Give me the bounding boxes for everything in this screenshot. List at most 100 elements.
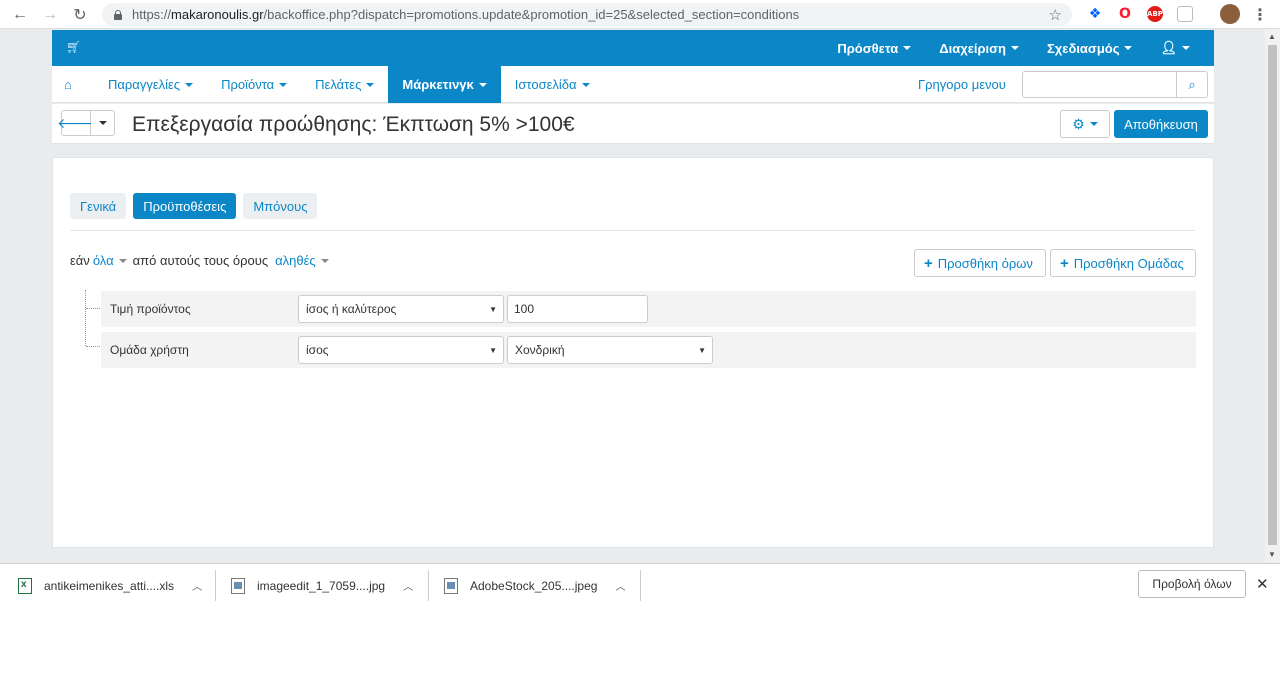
condition-label: Ομάδα χρήστη bbox=[110, 343, 189, 357]
top-nav-label: Σχεδιασμός bbox=[1046, 40, 1120, 56]
caret-down-icon bbox=[98, 121, 107, 125]
home-icon[interactable]: ⌂ bbox=[64, 77, 72, 92]
user-icon: 👤︎ bbox=[1160, 40, 1177, 55]
back-dropdown-button[interactable] bbox=[91, 110, 115, 136]
tree-connector bbox=[85, 290, 86, 346]
add-condition-label: Προσθήκη όρων bbox=[937, 255, 1033, 271]
settings-dropdown-button[interactable]: ⚙ bbox=[1060, 110, 1110, 138]
chevron-up-icon[interactable]: ︿ bbox=[192, 578, 202, 593]
browser-toolbar: ← → ↻ https://makaronoulis.gr/backoffice… bbox=[0, 0, 1280, 29]
tab-general[interactable]: Γενικά bbox=[70, 193, 127, 219]
select-arrow-icon: ▼ bbox=[698, 346, 706, 355]
user-menu[interactable]: 👤︎ bbox=[1146, 40, 1214, 56]
scroll-down-icon[interactable]: ▼ bbox=[1268, 550, 1276, 559]
nav-marketing[interactable]: Μάρκετινγκ bbox=[388, 66, 501, 103]
condition-value-input[interactable]: 100 bbox=[507, 295, 648, 323]
back-button-group: 🡐 bbox=[57, 110, 115, 136]
caret-down-icon bbox=[279, 82, 288, 87]
scrollbar-thumb[interactable] bbox=[1268, 45, 1277, 545]
back-button[interactable]: 🡐 bbox=[57, 110, 95, 136]
select-value: ίσος ή καλύτερος bbox=[306, 302, 397, 316]
condition-label: Τιμή προϊόντος bbox=[110, 302, 191, 316]
profile-avatar[interactable] bbox=[1220, 4, 1240, 24]
section-tabs: Γενικά Προϋποθέσεις Μπόνους bbox=[70, 193, 324, 219]
show-all-downloads-button[interactable]: Προβολή όλων bbox=[1138, 570, 1246, 598]
caret-down-icon bbox=[185, 82, 194, 87]
tree-connector bbox=[86, 308, 100, 309]
nav-label: Πελάτες bbox=[315, 77, 362, 92]
nav-products[interactable]: Προϊόντα bbox=[207, 66, 301, 103]
excel-file-icon bbox=[18, 577, 32, 594]
condition-operator-select[interactable]: ίσος ▼ bbox=[298, 336, 504, 364]
bookmark-star-icon[interactable]: ☆ bbox=[1049, 6, 1062, 24]
browser-menu-icon[interactable]: ⋮ bbox=[1252, 5, 1268, 24]
all-conditions-dropdown[interactable]: όλα bbox=[93, 253, 133, 268]
save-button[interactable]: Αποθήκευση bbox=[1114, 110, 1208, 138]
add-group-button[interactable]: + Προσθήκη Ομάδας bbox=[1050, 249, 1196, 277]
plus-icon: + bbox=[1060, 254, 1069, 272]
reload-icon[interactable]: ↻ bbox=[66, 0, 94, 29]
top-navbar: 🛒︎ Πρόσθετα Διαχείριση Σχεδιασμός 👤︎ bbox=[52, 30, 1214, 66]
tab-conditions[interactable]: Προϋποθέσεις bbox=[133, 193, 237, 219]
nav-website[interactable]: Ιστοσελίδα bbox=[501, 66, 604, 103]
top-nav-design[interactable]: Σχεδιασμός bbox=[1033, 41, 1147, 56]
select-value: Χονδρική bbox=[515, 343, 565, 357]
top-nav-administration[interactable]: Διαχείριση bbox=[925, 41, 1033, 56]
search-input[interactable]: ⌕ bbox=[1022, 71, 1208, 98]
close-icon[interactable]: ✕ bbox=[1256, 575, 1269, 593]
true-link-label: αληθές bbox=[275, 253, 316, 268]
caret-down-icon bbox=[1089, 122, 1098, 126]
url-prefix: https:// bbox=[132, 7, 172, 22]
condition-value-select[interactable]: Χονδρική ▼ bbox=[507, 336, 713, 364]
divider bbox=[215, 570, 216, 601]
image-file-icon bbox=[231, 577, 245, 594]
address-bar[interactable]: https://makaronoulis.gr/backoffice.php?d… bbox=[102, 3, 1072, 26]
page-title: Επεξεργασία προώθησης: Έκπτωση 5% >100€ bbox=[132, 113, 575, 136]
divider bbox=[640, 570, 641, 601]
content-panel: Γενικά Προϋποθέσεις Μπόνους εάν όλα από … bbox=[52, 157, 1214, 548]
caret-down-icon bbox=[1182, 46, 1190, 50]
download-item[interactable]: antikeimenikes_atti....xls ︿ bbox=[18, 564, 202, 607]
caret-down-icon bbox=[320, 258, 329, 263]
download-item[interactable]: imageedit_1_7059....jpg ︿ bbox=[231, 564, 413, 607]
copy-extension-icon[interactable] bbox=[1177, 6, 1193, 22]
back-arrow-icon[interactable]: ← bbox=[6, 0, 34, 29]
tabs-divider bbox=[70, 230, 1195, 231]
search-icon[interactable]: ⌕ bbox=[1176, 72, 1207, 97]
download-filename: antikeimenikes_atti....xls bbox=[44, 578, 175, 593]
select-arrow-icon: ▼ bbox=[489, 305, 497, 314]
opera-extension-icon[interactable]: O bbox=[1117, 6, 1133, 22]
condition-operator-select[interactable]: ίσος ή καλύτερος ▼ bbox=[298, 295, 504, 323]
chevron-up-icon[interactable]: ︿ bbox=[615, 578, 625, 593]
cart-icon[interactable]: 🛒︎ bbox=[66, 40, 81, 54]
page-header: 🡐 Επεξεργασία προώθησης: Έκπτωση 5% >100… bbox=[52, 104, 1214, 144]
tab-bonuses[interactable]: Μπόνους bbox=[243, 193, 318, 219]
condition-middle-text: από αυτούς τους όρους bbox=[132, 253, 269, 268]
top-nav-addons[interactable]: Πρόσθετα bbox=[823, 41, 925, 56]
url-host: makaronoulis.gr bbox=[171, 7, 264, 22]
download-shelf: antikeimenikes_atti....xls ︿ imageedit_1… bbox=[0, 563, 1280, 606]
true-dropdown[interactable]: αληθές bbox=[275, 253, 335, 268]
forward-arrow-icon[interactable]: → bbox=[36, 0, 64, 29]
lock-icon bbox=[112, 9, 124, 21]
nav-customers[interactable]: Πελάτες bbox=[301, 66, 388, 103]
download-item[interactable]: AdobeStock_205....jpeg ︿ bbox=[444, 564, 625, 607]
arrow-left-icon: 🡐 bbox=[57, 114, 95, 131]
condition-prefix: εάν bbox=[70, 253, 90, 268]
scroll-up-icon[interactable]: ▲ bbox=[1268, 32, 1276, 41]
caret-down-icon bbox=[1124, 46, 1133, 50]
nav-label: Προϊόντα bbox=[221, 77, 275, 92]
chevron-up-icon[interactable]: ︿ bbox=[403, 578, 413, 593]
quick-menu-link[interactable]: Γρηγορο μενου bbox=[918, 77, 1006, 92]
nav-orders[interactable]: Παραγγελίες bbox=[94, 66, 207, 103]
add-condition-button[interactable]: + Προσθήκη όρων bbox=[914, 249, 1046, 277]
caret-down-icon bbox=[581, 82, 590, 87]
add-group-label: Προσθήκη Ομάδας bbox=[1073, 255, 1184, 271]
adblock-extension-icon[interactable]: ABP bbox=[1147, 6, 1163, 22]
dropbox-extension-icon[interactable]: ❖ bbox=[1087, 6, 1103, 22]
blank-area bbox=[0, 606, 1280, 682]
select-arrow-icon: ▼ bbox=[489, 346, 497, 355]
caret-down-icon bbox=[903, 46, 912, 50]
plus-icon: + bbox=[924, 254, 933, 272]
page-scrollbar[interactable]: ▲ ▼ bbox=[1265, 29, 1280, 562]
